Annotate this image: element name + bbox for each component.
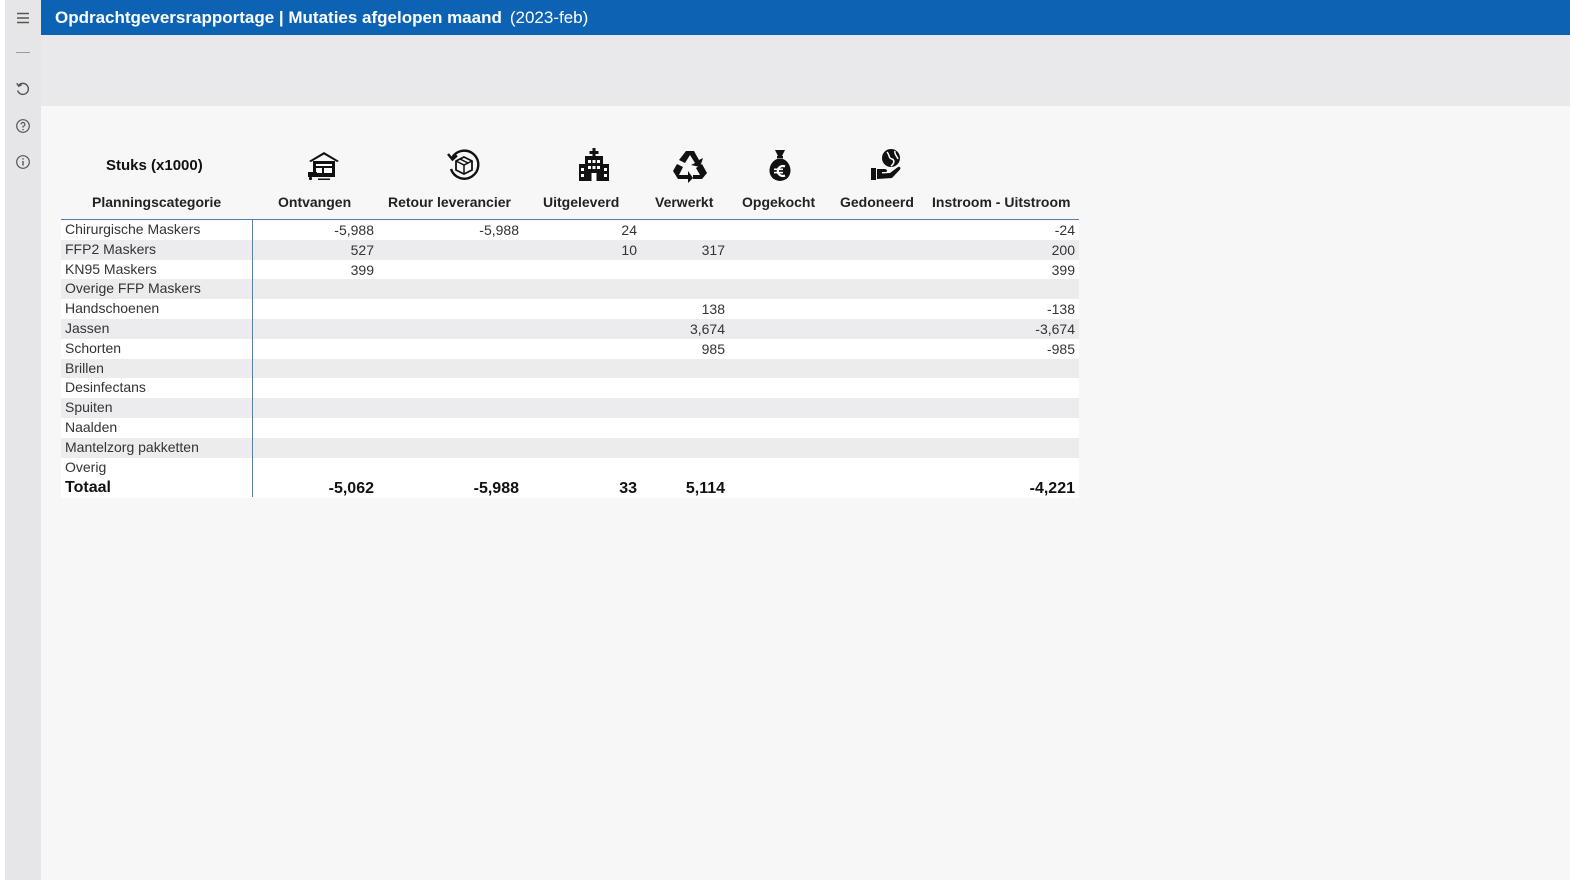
unit-label: Stuks (x1000) [106, 157, 203, 174]
title-bar: Opdrachtgeversrapportage | Mutaties afge… [41, 0, 1570, 35]
cell-saldo: -3,674 [1035, 320, 1075, 337]
cell-verwerkt: 3,674 [689, 320, 725, 337]
cell-verwerkt: 317 [701, 241, 725, 258]
page-title: Opdrachtgeversrapportage | Mutaties afge… [55, 7, 502, 27]
help-button[interactable] [5, 111, 41, 141]
cell-ontvangen: 527 [350, 241, 374, 258]
table-row: Spuiten [61, 398, 1079, 418]
undo-button[interactable] [5, 74, 41, 104]
row-category: Mantelzorg pakketten [65, 438, 199, 455]
table-row: FFP2 Maskers 527 10 317 200 [61, 239, 1079, 260]
row-category: Desinfectans [65, 379, 146, 396]
total-retour: -5,988 [473, 480, 519, 498]
total-uitgeleverd: 33 [619, 480, 637, 498]
row-category: Handschoenen [65, 300, 160, 317]
row-category: KN95 Maskers [65, 260, 157, 277]
mutations-table: Chirurgische Maskers -5,988 -5,988 24 -2… [61, 220, 1079, 499]
info-icon [16, 155, 30, 169]
row-category: Spuiten [65, 399, 113, 416]
row-category: Brillen [65, 359, 104, 376]
donation-hand-icon [866, 146, 906, 184]
help-icon [16, 119, 30, 133]
money-bag-euro-icon [760, 146, 800, 184]
row-category: Overig [65, 458, 107, 475]
table-row: Naalden [61, 417, 1079, 438]
table-row: Desinfectans [61, 378, 1079, 399]
row-category: Overige FFP Maskers [65, 280, 201, 297]
column-header-retour-leverancier: Retour leverancier [388, 194, 511, 210]
table-row: Brillen [61, 358, 1079, 379]
total-ontvangen: -5,062 [328, 480, 374, 498]
cell-retour: -5,988 [479, 222, 519, 238]
cell-ontvangen: 399 [350, 261, 374, 278]
column-header-verwerkt: Verwerkt [655, 194, 714, 210]
side-rail [5, 0, 41, 880]
cell-uitgeleverd: 10 [621, 241, 637, 258]
category-column-divider [252, 220, 253, 497]
table-row: Chirurgische Maskers -5,988 -5,988 24 -2… [61, 220, 1079, 240]
cell-verwerkt: 985 [701, 340, 725, 357]
cell-uitgeleverd: 24 [621, 222, 637, 238]
total-label: Totaal [65, 479, 111, 497]
info-button[interactable] [5, 147, 41, 177]
period-label: (2023-feb) [509, 7, 589, 27]
cell-saldo: -985 [1046, 340, 1075, 357]
column-header-uitgeleverd: Uitgeleverd [543, 194, 620, 210]
recycle-icon [670, 146, 710, 184]
column-header-category: Planningscategorie [92, 194, 222, 210]
table-row: Overige FFP Maskers [61, 279, 1079, 300]
total-verwerkt: 5,114 [685, 480, 725, 498]
table-row: KN95 Maskers 399 399 [61, 259, 1079, 280]
row-category: Jassen [65, 319, 110, 336]
undo-icon [16, 82, 30, 96]
column-header-instroom-uitstroom: Instroom - Uitstroom [932, 194, 1071, 210]
warehouse-inflow-icon [304, 146, 344, 184]
cell-saldo: 399 [1051, 261, 1075, 278]
table-row: Schorten 985 -985 [61, 338, 1079, 359]
cell-verwerkt: 138 [701, 301, 725, 318]
cell-saldo: 200 [1051, 241, 1075, 258]
table-row: Jassen 3,674 -3,674 [61, 318, 1079, 339]
cell-saldo: -138 [1046, 301, 1075, 318]
row-category: Naalden [65, 418, 118, 435]
table-row: Overig [61, 457, 1079, 478]
filter-band [41, 35, 1570, 106]
hospital-icon [574, 146, 614, 184]
menu-button[interactable] [5, 3, 41, 33]
column-header-gedoneerd: Gedoneerd [840, 194, 914, 210]
cell-saldo: -24 [1054, 222, 1075, 238]
table-row: Handschoenen 138 -138 [61, 299, 1079, 319]
total-saldo: -4,221 [1029, 480, 1075, 498]
menu-icon [17, 12, 29, 24]
column-header-opgekocht: Opgekocht [742, 194, 816, 210]
rail-divider [16, 52, 30, 53]
return-box-icon [444, 146, 484, 184]
column-header-ontvangen: Ontvangen [278, 194, 352, 210]
row-category: Schorten [65, 339, 122, 356]
row-category: FFP2 Maskers [65, 240, 157, 257]
table-row: Mantelzorg pakketten [61, 437, 1079, 458]
cell-ontvangen: -5,988 [334, 222, 374, 238]
row-category: Chirurgische Maskers [65, 221, 201, 237]
total-row: Totaal -5,062 -5,988 33 5,114 -4,221 [61, 477, 1079, 499]
